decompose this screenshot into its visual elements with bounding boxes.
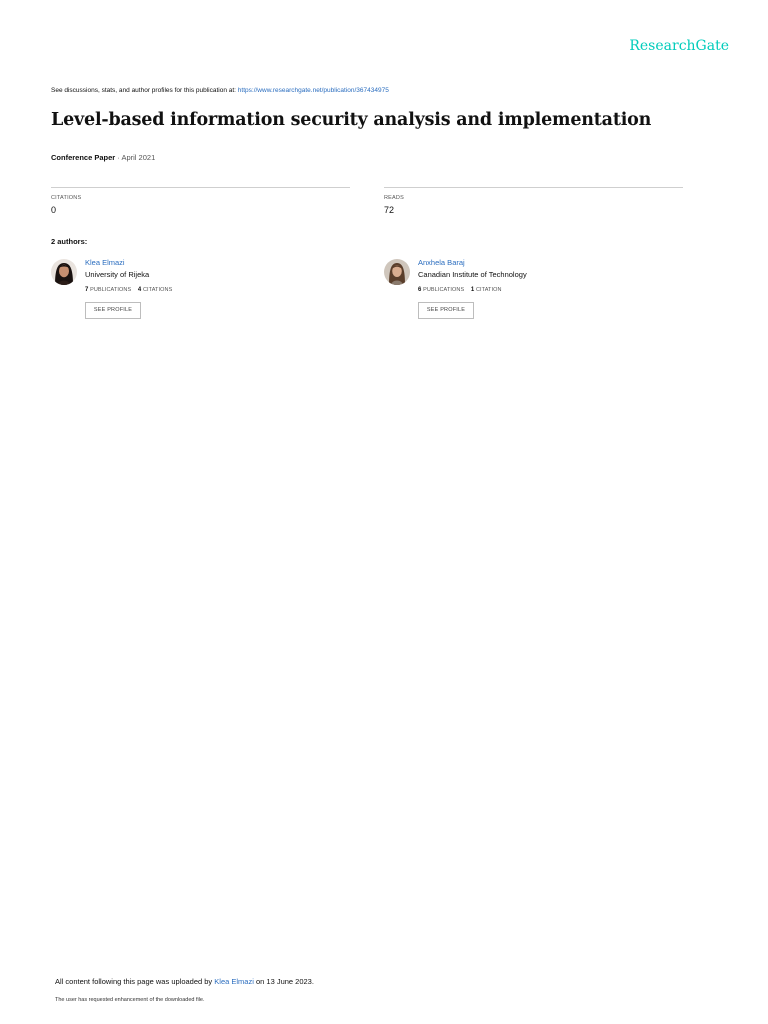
author-card: Klea Elmazi University of Rijeka 7 PUBLI… [51,257,351,327]
publication-date: April 2021 [121,153,156,162]
uploader-link[interactable]: Klea Elmazi [214,977,254,986]
author-name-link[interactable]: Klea Elmazi [85,258,125,267]
author-citations-count: 4 [137,287,142,293]
publication-meta: Conference Paper · April 2021 [51,153,155,162]
see-profile-button[interactable]: SEE PROFILE [85,302,141,319]
researchgate-logo[interactable]: ResearchGate [629,38,729,54]
author-name-link[interactable]: Anxhela Baraj [418,258,465,267]
reads-stat: READS 72 [384,187,683,215]
author-citations-label: CITATION [475,287,502,293]
avatar-photo-icon [51,259,77,285]
uploaded-prefix: All content following this page was uplo… [55,977,215,986]
author-publications-count: 7 [85,287,89,293]
author-citations-count: 1 [470,287,475,293]
author-stats: 6 PUBLICATIONS 1 CITATION [418,287,502,293]
publication-title: Level-based information security analysi… [51,110,652,130]
avatar-photo-icon [384,259,410,285]
citations-stat: CITATIONS 0 [51,187,350,215]
author-avatar[interactable] [384,259,410,285]
author-publications-count: 6 [418,287,422,293]
author-publications-label: PUBLICATIONS [90,287,132,293]
see-discussions-line: See discussions, stats, and author profi… [51,87,389,94]
reads-label: READS [384,195,404,201]
publication-type: Conference Paper [51,153,116,162]
publication-url-link[interactable]: https://www.researchgate.net/publication… [238,87,389,94]
author-publications-label: PUBLICATIONS [423,287,465,293]
reads-value: 72 [384,205,395,215]
author-stats: 7 PUBLICATIONS 4 CITATIONS [85,287,172,293]
see-discussions-text: See discussions, stats, and author profi… [51,87,238,94]
author-avatar[interactable] [51,259,77,285]
author-citations-label: CITATIONS [142,287,173,293]
author-card: Anxhela Baraj Canadian Institute of Tech… [384,257,684,327]
author-institution: University of Rijeka [85,270,150,279]
citations-label: CITATIONS [51,195,82,201]
uploaded-by-line: All content following this page was uplo… [55,977,314,986]
authors-heading: 2 authors: [51,237,88,246]
see-profile-button[interactable]: SEE PROFILE [418,302,474,319]
uploaded-suffix: on 13 June 2023. [253,977,314,986]
enhancement-note: The user has requested enhancement of th… [55,997,205,1003]
author-institution: Canadian Institute of Technology [418,270,527,279]
citations-value: 0 [51,205,57,215]
